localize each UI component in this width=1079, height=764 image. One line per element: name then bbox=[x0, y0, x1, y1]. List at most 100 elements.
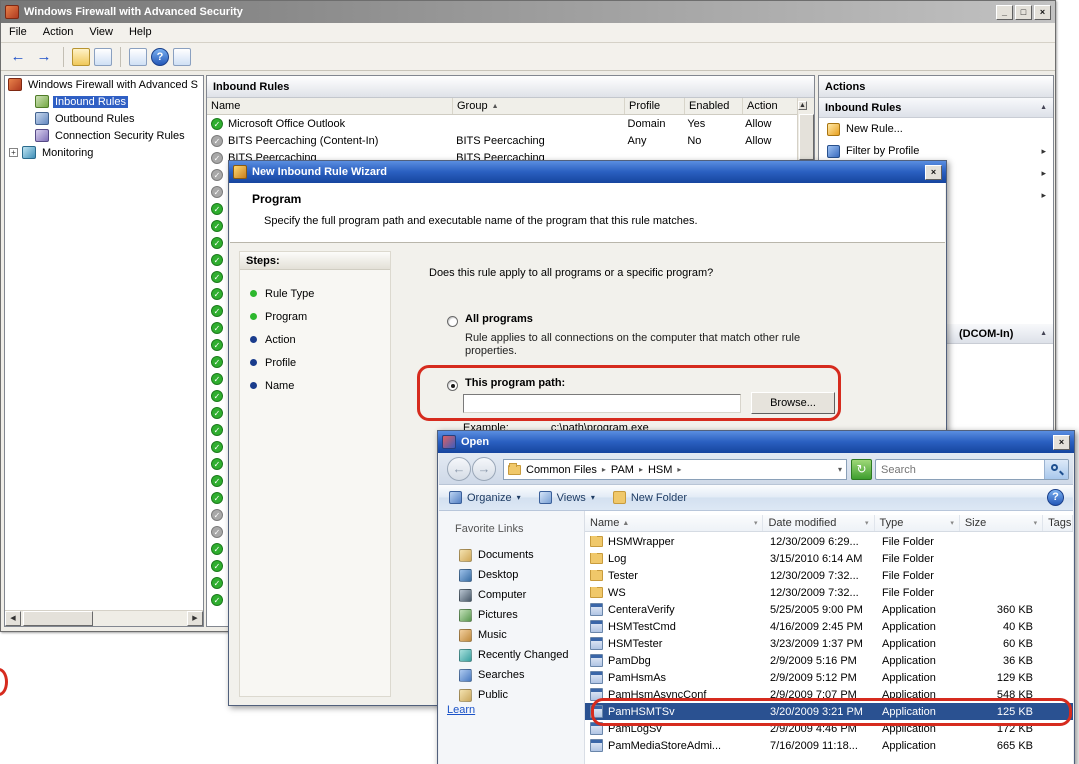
refresh-button[interactable]: ↻ bbox=[851, 459, 872, 480]
tree-horizontal-scrollbar[interactable]: ◀ ▶ bbox=[5, 610, 203, 626]
all-programs-radio[interactable] bbox=[447, 316, 458, 327]
breadcrumb-segment[interactable]: PAM▸ bbox=[611, 464, 648, 476]
program-path-input[interactable] bbox=[463, 394, 741, 413]
favorite-link[interactable]: Documents bbox=[439, 545, 584, 565]
collapse-icon[interactable]: ▲ bbox=[1040, 330, 1047, 337]
favorite-link[interactable]: Computer bbox=[439, 585, 584, 605]
action-item[interactable]: New Rule... bbox=[819, 118, 1053, 140]
file-row[interactable]: PamHsmAs 2/9/2009 5:12 PM Application 12… bbox=[585, 669, 1073, 686]
column-header[interactable]: Enabled bbox=[685, 98, 743, 114]
file-row[interactable]: PamHsmAsyncConf 2/9/2009 7:07 PM Applica… bbox=[585, 686, 1073, 703]
breadcrumb-dropdown-icon[interactable]: ▾ bbox=[838, 465, 842, 474]
back-button[interactable]: ← bbox=[447, 457, 471, 481]
wizard-step[interactable]: Name bbox=[240, 374, 390, 397]
open-titlebar[interactable]: Open × bbox=[438, 431, 1074, 453]
favorite-link[interactable]: Desktop bbox=[439, 565, 584, 585]
tree-item[interactable]: Inbound Rules bbox=[5, 93, 203, 110]
favorite-link[interactable]: Public bbox=[439, 685, 584, 705]
minimize-button[interactable]: _ bbox=[996, 5, 1013, 20]
menu-item[interactable]: File bbox=[1, 23, 35, 42]
tree-expander-icon[interactable] bbox=[22, 131, 31, 140]
forward-icon[interactable]: → bbox=[33, 48, 55, 65]
file-row[interactable]: PamHSMTSv 3/20/2009 3:21 PM Application … bbox=[585, 703, 1073, 720]
column-header[interactable]: Date modified ▾ bbox=[763, 515, 874, 531]
scroll-right-icon[interactable]: ▶ bbox=[187, 611, 203, 626]
learn-link[interactable]: Learn bbox=[447, 704, 475, 716]
this-program-path-radio[interactable] bbox=[447, 380, 458, 391]
file-row[interactable]: PamDbg 2/9/2009 5:16 PM Application 36 K… bbox=[585, 652, 1073, 669]
breadcrumb-segment[interactable]: HSM▸ bbox=[648, 464, 686, 476]
command-bar-button[interactable]: New Folder bbox=[613, 491, 692, 504]
forward-button[interactable]: → bbox=[472, 457, 496, 481]
wizard-titlebar[interactable]: New Inbound Rule Wizard × bbox=[229, 161, 946, 183]
help-icon[interactable]: ? bbox=[1047, 489, 1064, 506]
main-titlebar[interactable]: Windows Firewall with Advanced Security … bbox=[1, 1, 1055, 23]
collapse-icon[interactable]: ▲ bbox=[1040, 104, 1047, 111]
rule-row[interactable]: ✓BITS Peercaching (Content-In) BITS Peer… bbox=[207, 132, 797, 149]
tree-item[interactable]: + Monitoring bbox=[5, 144, 203, 161]
search-input[interactable] bbox=[876, 464, 1044, 476]
maximize-button[interactable]: □ bbox=[1015, 5, 1032, 20]
wizard-step[interactable]: Action bbox=[240, 328, 390, 351]
favorite-link[interactable]: Recently Changed bbox=[439, 645, 584, 665]
column-header[interactable]: Tags ▾ bbox=[1043, 515, 1073, 531]
column-header[interactable]: Action bbox=[743, 98, 799, 114]
file-row[interactable]: Tester 12/30/2009 7:32... File Folder bbox=[585, 567, 1073, 584]
actions-section-inbound-rules[interactable]: Inbound Rules ▲ bbox=[819, 98, 1053, 118]
close-button[interactable]: × bbox=[1034, 5, 1051, 20]
wizard-step[interactable]: Program bbox=[240, 305, 390, 328]
file-row[interactable]: Log 3/15/2010 6:14 AM File Folder bbox=[585, 550, 1073, 567]
close-button[interactable]: × bbox=[925, 165, 942, 180]
column-dropdown-icon[interactable]: ▾ bbox=[947, 519, 954, 527]
action-pane-icon[interactable] bbox=[173, 48, 191, 66]
tree-item[interactable]: Outbound Rules bbox=[5, 110, 203, 127]
command-bar-button[interactable]: Organize ▾ bbox=[449, 491, 521, 504]
browse-button[interactable]: Browse... bbox=[751, 392, 835, 414]
wizard-step[interactable]: Rule Type bbox=[240, 282, 390, 305]
column-dropdown-icon[interactable]: ▾ bbox=[751, 519, 758, 527]
column-dropdown-icon[interactable]: ▾ bbox=[1031, 519, 1038, 527]
file-row[interactable]: HSMTestCmd 4/16/2009 2:45 PM Application… bbox=[585, 618, 1073, 635]
back-icon[interactable]: ← bbox=[7, 48, 29, 65]
rule-row[interactable]: ✓Microsoft Office Outlook Domain Yes All… bbox=[207, 115, 797, 132]
command-bar-button[interactable]: Views ▾ bbox=[539, 491, 595, 504]
menu-item[interactable]: Action bbox=[35, 23, 82, 42]
menu-item[interactable]: Help bbox=[121, 23, 160, 42]
column-header[interactable]: Type ▾ bbox=[875, 515, 960, 531]
column-header[interactable]: Name▲ ▾ bbox=[585, 515, 763, 531]
menu-item[interactable]: View bbox=[81, 23, 121, 42]
scroll-up-icon[interactable]: ▲ bbox=[798, 101, 807, 110]
file-row[interactable]: WS 12/30/2009 7:32... File Folder bbox=[585, 584, 1073, 601]
tree-item[interactable]: Connection Security Rules bbox=[5, 127, 203, 144]
tree-expander-icon[interactable]: + bbox=[9, 148, 18, 157]
favorite-link[interactable]: Music bbox=[439, 625, 584, 645]
tree-expander-icon[interactable] bbox=[22, 114, 31, 123]
console-tree-icon[interactable] bbox=[72, 48, 90, 66]
column-header[interactable]: Profile bbox=[625, 98, 685, 114]
window-icon[interactable] bbox=[94, 48, 112, 66]
wizard-step[interactable]: Profile bbox=[240, 351, 390, 374]
column-header[interactable]: Size ▾ bbox=[960, 515, 1043, 531]
help-icon[interactable]: ? bbox=[151, 48, 169, 66]
file-row[interactable]: PamLogSv 2/9/2009 4:46 PM Application 17… bbox=[585, 720, 1073, 737]
tree-expander-icon[interactable] bbox=[22, 97, 31, 106]
favorite-link[interactable]: Searches bbox=[439, 665, 584, 685]
column-dropdown-icon[interactable]: ▾ bbox=[862, 519, 869, 527]
file-row[interactable]: CenteraVerify 5/25/2005 9:00 PM Applicat… bbox=[585, 601, 1073, 618]
breadcrumb-segment[interactable]: Common Files▸ bbox=[526, 464, 611, 476]
file-row[interactable]: PamMediaStoreAdmi... 7/16/2009 11:18... … bbox=[585, 737, 1073, 754]
file-row[interactable]: HSMTester 3/23/2009 1:37 PM Application … bbox=[585, 635, 1073, 652]
tree-root[interactable]: Windows Firewall with Advanced S bbox=[5, 76, 203, 93]
export-list-icon[interactable] bbox=[129, 48, 147, 66]
scroll-left-icon[interactable]: ◀ bbox=[5, 611, 21, 626]
column-header[interactable]: Name bbox=[207, 98, 453, 114]
close-button[interactable]: × bbox=[1053, 435, 1070, 450]
breadcrumb[interactable]: Common Files▸ PAM▸ HSM▸ ▾ bbox=[503, 459, 847, 480]
action-item[interactable]: Filter by Profile ▸ bbox=[819, 140, 1053, 162]
column-header[interactable]: Group▲ bbox=[453, 98, 625, 114]
scrollbar-thumb[interactable] bbox=[799, 114, 814, 160]
scrollbar-thumb[interactable] bbox=[23, 611, 93, 626]
file-row[interactable]: HSMWrapper 12/30/2009 6:29... File Folde… bbox=[585, 533, 1073, 550]
favorite-link[interactable]: Pictures bbox=[439, 605, 584, 625]
search-button[interactable] bbox=[1044, 460, 1068, 479]
